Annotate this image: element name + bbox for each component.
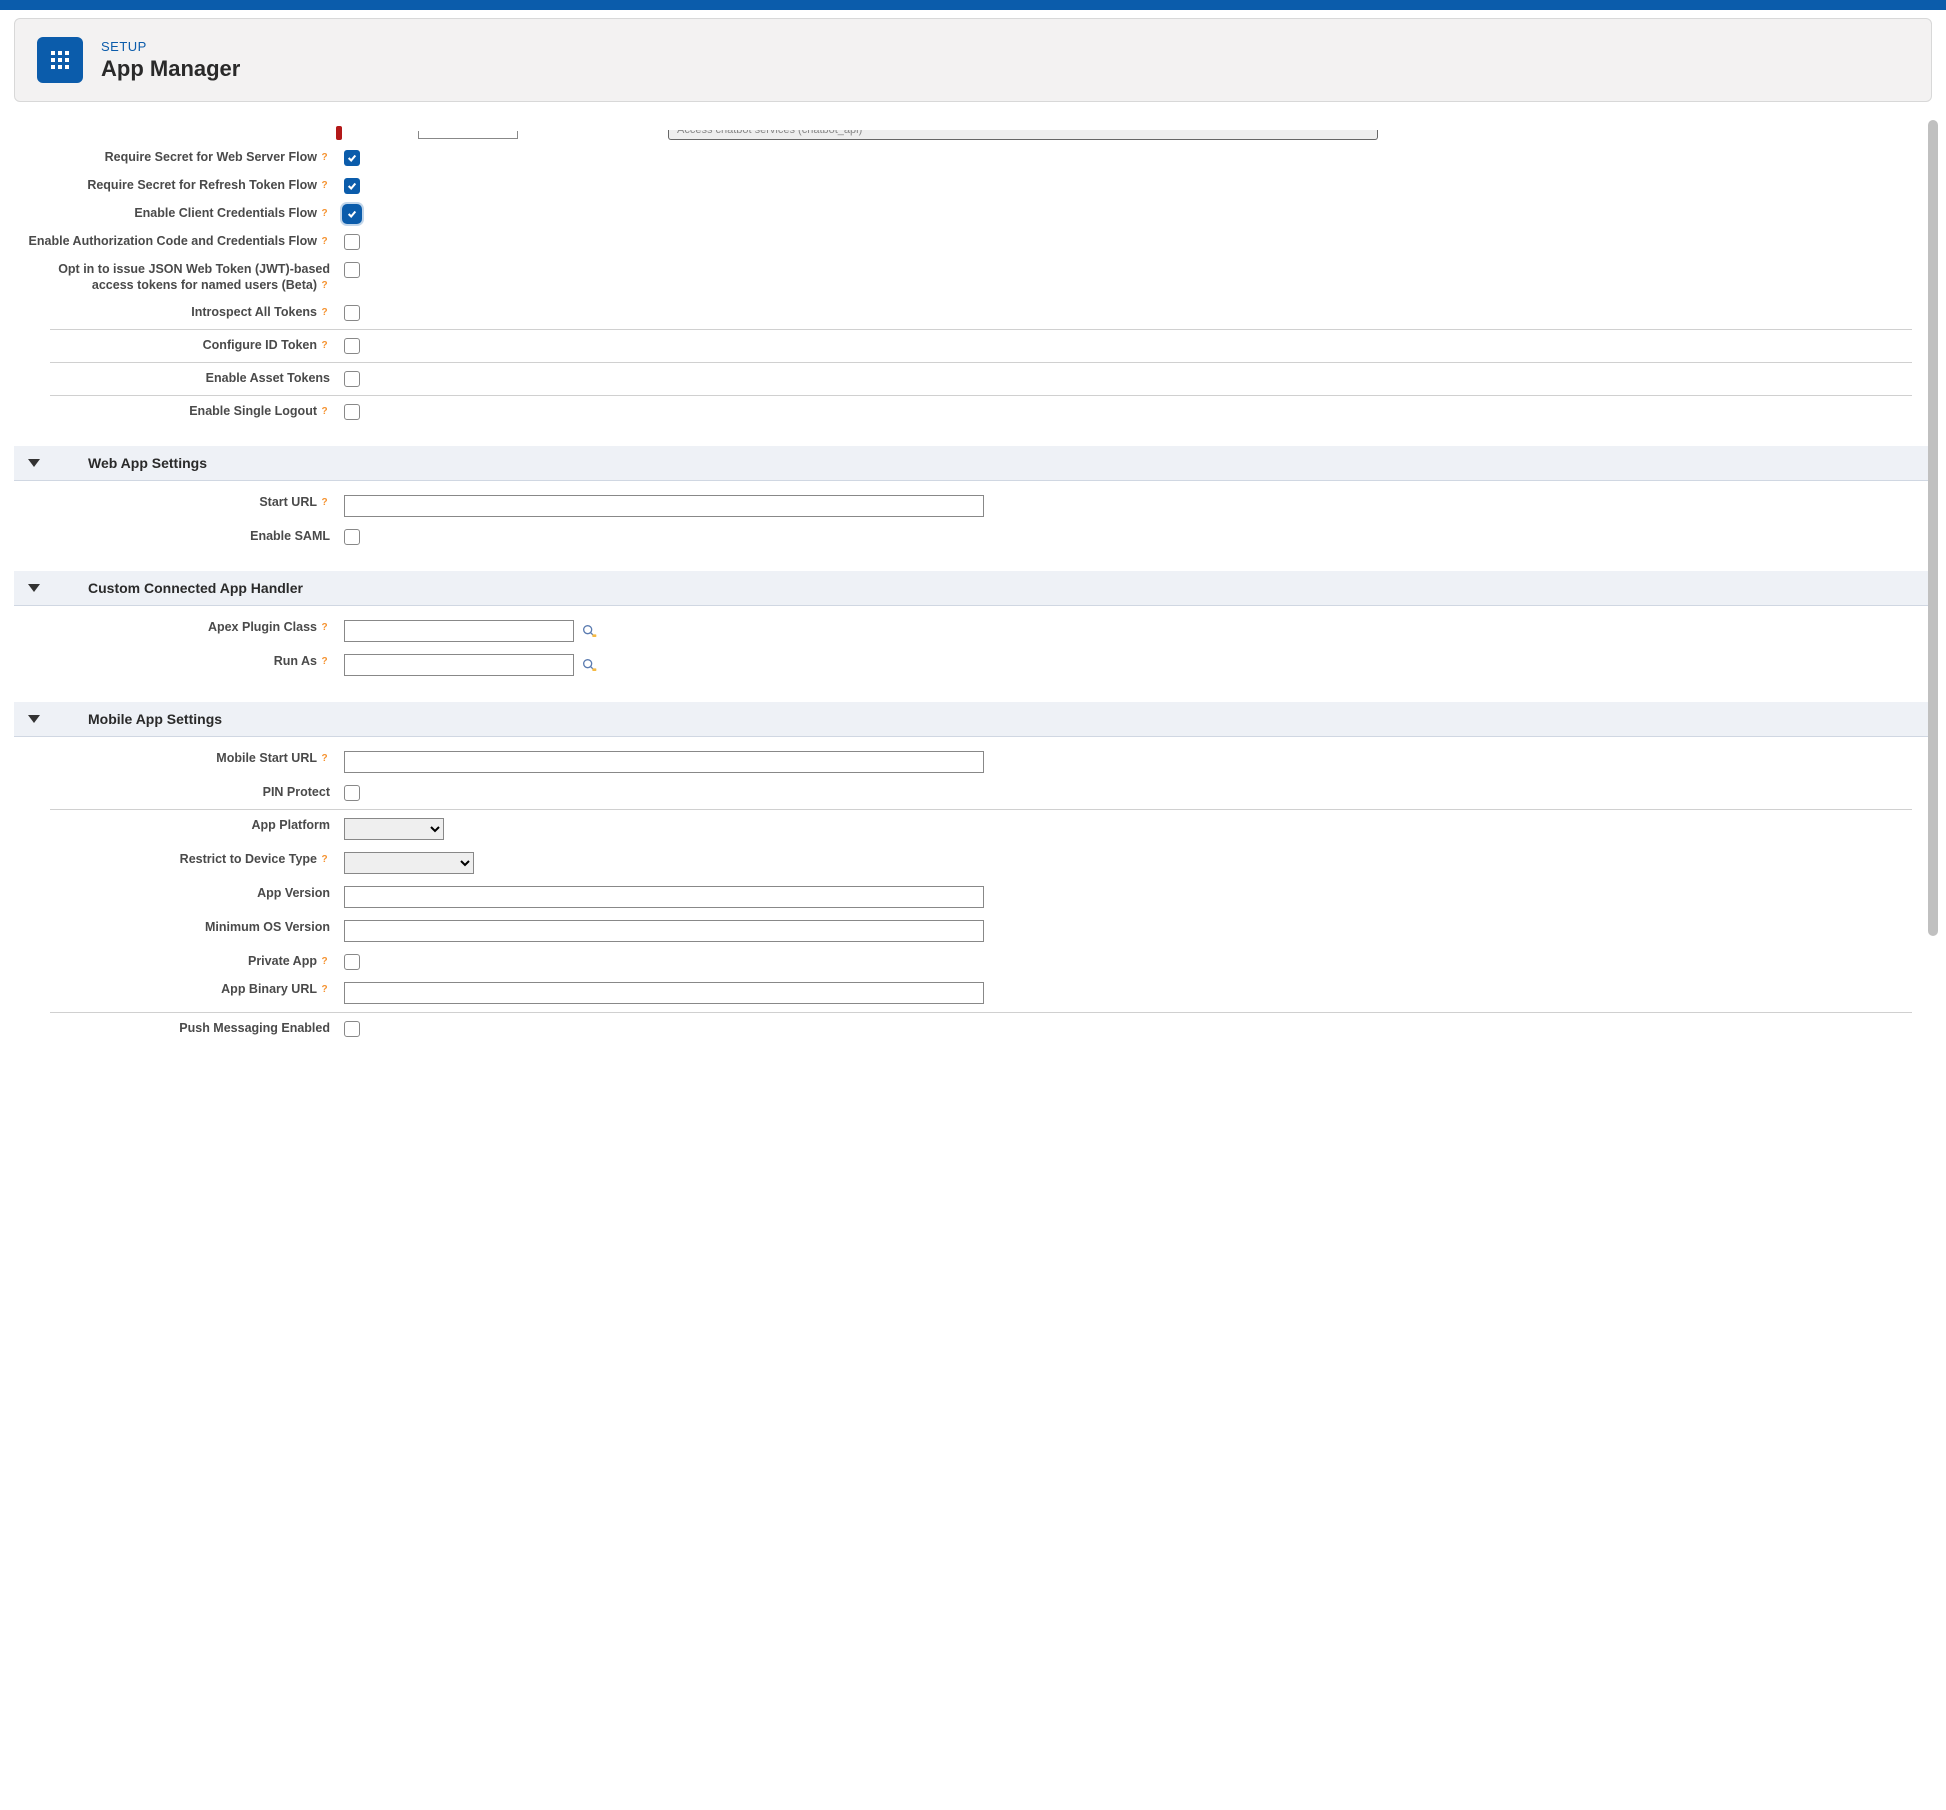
partial-small-input[interactable] [418, 131, 518, 139]
app-platform-label: App Platform [252, 818, 330, 832]
partial-scopes-listbox[interactable]: Access chatbot services (chatbot_api) [668, 130, 1378, 140]
app-manager-icon [37, 37, 83, 83]
pin-protect-label: PIN Protect [263, 785, 330, 799]
enable-client-creds-label: Enable Client Credentials Flow [134, 206, 317, 220]
scrollbar[interactable] [1928, 116, 1938, 1043]
help-icon[interactable]: ? [319, 280, 330, 291]
enable-saml-checkbox[interactable] [344, 529, 360, 545]
jwt-opt-in-label: Opt in to issue JSON Web Token (JWT)-bas… [58, 262, 330, 292]
run-as-label: Run As [274, 654, 317, 668]
run-as-input[interactable] [344, 654, 574, 676]
private-app-checkbox[interactable] [344, 954, 360, 970]
collapse-triangle-icon [28, 715, 40, 723]
require-secret-web-label: Require Secret for Web Server Flow [105, 150, 317, 164]
section-mobile-app-settings[interactable]: Mobile App Settings [14, 702, 1932, 737]
min-os-label: Minimum OS Version [205, 920, 330, 934]
partial-top-row: Access chatbot services (chatbot_api) [14, 126, 1932, 144]
push-messaging-checkbox[interactable] [344, 1021, 360, 1037]
app-version-label: App Version [257, 886, 330, 900]
min-os-input[interactable] [344, 920, 984, 942]
help-icon[interactable]: ? [319, 236, 330, 247]
section-custom-handler[interactable]: Custom Connected App Handler [14, 571, 1932, 606]
help-icon[interactable]: ? [319, 753, 330, 764]
section-title: Mobile App Settings [88, 711, 222, 727]
pin-protect-checkbox[interactable] [344, 785, 360, 801]
required-indicator [336, 126, 342, 140]
enable-saml-label: Enable SAML [250, 529, 330, 543]
apex-plugin-class-input[interactable] [344, 620, 574, 642]
collapse-triangle-icon [28, 584, 40, 592]
mobile-start-url-input[interactable] [344, 751, 984, 773]
section-web-app-settings[interactable]: Web App Settings [14, 446, 1932, 481]
help-icon[interactable]: ? [319, 984, 330, 995]
lookup-icon[interactable] [580, 622, 598, 640]
enable-single-logout-label: Enable Single Logout [189, 404, 317, 418]
separator [50, 395, 1912, 396]
breadcrumb: SETUP [101, 39, 240, 54]
private-app-label: Private App [248, 954, 317, 968]
require-secret-refresh-checkbox[interactable] [344, 178, 360, 194]
jwt-opt-in-checkbox[interactable] [344, 262, 360, 278]
help-icon[interactable]: ? [319, 152, 330, 163]
app-binary-url-label: App Binary URL [221, 982, 317, 996]
help-icon[interactable]: ? [319, 208, 330, 219]
introspect-all-checkbox[interactable] [344, 305, 360, 321]
form-content: Access chatbot services (chatbot_api) Re… [14, 116, 1932, 1043]
configure-id-token-label: Configure ID Token [203, 338, 317, 352]
help-icon[interactable]: ? [319, 854, 330, 865]
configure-id-token-checkbox[interactable] [344, 338, 360, 354]
app-platform-select[interactable] [344, 818, 444, 840]
require-secret-web-checkbox[interactable] [344, 150, 360, 166]
section-title: Web App Settings [88, 455, 207, 471]
enable-single-logout-checkbox[interactable] [344, 404, 360, 420]
require-secret-refresh-label: Require Secret for Refresh Token Flow [87, 178, 317, 192]
separator [50, 1012, 1912, 1013]
restrict-device-select[interactable] [344, 852, 474, 874]
help-icon[interactable]: ? [319, 406, 330, 417]
introspect-all-label: Introspect All Tokens [191, 305, 317, 319]
enable-client-creds-checkbox[interactable] [344, 206, 360, 222]
app-binary-url-input[interactable] [344, 982, 984, 1004]
collapse-triangle-icon [28, 459, 40, 467]
push-messaging-label: Push Messaging Enabled [179, 1021, 330, 1035]
start-url-input[interactable] [344, 495, 984, 517]
help-icon[interactable]: ? [319, 307, 330, 318]
page-title: App Manager [101, 56, 240, 82]
help-icon[interactable]: ? [319, 497, 330, 508]
apex-plugin-class-label: Apex Plugin Class [208, 620, 317, 634]
separator [50, 362, 1912, 363]
start-url-label: Start URL [259, 495, 317, 509]
help-icon[interactable]: ? [319, 340, 330, 351]
help-icon[interactable]: ? [319, 656, 330, 667]
help-icon[interactable]: ? [319, 956, 330, 967]
separator [50, 809, 1912, 810]
app-version-input[interactable] [344, 886, 984, 908]
section-title: Custom Connected App Handler [88, 580, 303, 596]
enable-asset-tokens-checkbox[interactable] [344, 371, 360, 387]
mobile-start-url-label: Mobile Start URL [216, 751, 317, 765]
help-icon[interactable]: ? [319, 622, 330, 633]
separator [50, 329, 1912, 330]
enable-auth-code-creds-label: Enable Authorization Code and Credential… [29, 234, 317, 248]
enable-auth-code-creds-checkbox[interactable] [344, 234, 360, 250]
restrict-device-label: Restrict to Device Type [180, 852, 317, 866]
page-header: SETUP App Manager [14, 18, 1932, 102]
top-bar [0, 0, 1946, 10]
enable-asset-tokens-label: Enable Asset Tokens [206, 371, 330, 385]
lookup-icon[interactable] [580, 656, 598, 674]
scrollbar-thumb[interactable] [1928, 120, 1938, 936]
help-icon[interactable]: ? [319, 180, 330, 191]
